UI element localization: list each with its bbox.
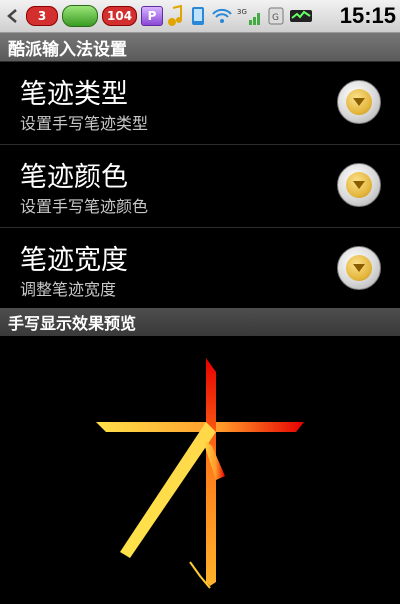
clock-time: 15:15	[339, 3, 396, 28]
section-title: 手写显示效果预览	[8, 314, 137, 333]
svg-text:3G: 3G	[237, 8, 247, 16]
dropdown-icon[interactable]	[337, 246, 381, 290]
status-right: 15:15	[340, 3, 396, 29]
app-title-bar: 酷派输入法设置	[0, 33, 400, 62]
music-note-icon	[167, 4, 185, 28]
setting-row-stroke-type[interactable]: 笔迹类型 设置手写笔迹类型	[0, 62, 400, 145]
setting-title: 笔迹宽度	[20, 245, 128, 276]
page-title: 酷派输入法设置	[8, 39, 127, 60]
svg-text:G: G	[272, 13, 279, 23]
notification-count-badge: 3	[26, 6, 58, 26]
p-app-icon: P	[141, 6, 164, 26]
sms-count-badge: 104	[102, 6, 138, 26]
status-bar: 3 104 P 3G G 15:15	[0, 0, 400, 33]
setting-subtitle: 设置手写笔迹颜色	[20, 197, 149, 216]
setting-row-stroke-color[interactable]: 笔迹颜色 设置手写笔迹颜色	[0, 145, 400, 228]
dropdown-icon[interactable]	[337, 163, 381, 207]
sync-icon	[189, 4, 207, 28]
signal-icon: 3G	[237, 4, 263, 28]
back-arrow-icon	[4, 4, 22, 28]
sim-icon: G	[267, 4, 285, 28]
battery-icon	[289, 4, 315, 28]
leaf-app-icon	[62, 5, 98, 27]
setting-row-stroke-width[interactable]: 笔迹宽度 调整笔迹宽度	[0, 228, 400, 311]
setting-subtitle: 设置手写笔迹类型	[20, 114, 149, 133]
setting-title: 笔迹颜色	[20, 162, 128, 193]
setting-title: 笔迹类型	[20, 79, 128, 110]
preview-section-header: 手写显示效果预览	[0, 308, 400, 336]
stroke-horizontal	[96, 422, 304, 432]
wifi-icon	[211, 4, 233, 28]
dropdown-icon[interactable]	[337, 80, 381, 124]
setting-subtitle: 调整笔迹宽度	[20, 280, 117, 299]
handwriting-preview	[0, 336, 400, 600]
handwriting-stroke-preview	[96, 358, 304, 589]
stroke-left-falling	[120, 422, 216, 558]
